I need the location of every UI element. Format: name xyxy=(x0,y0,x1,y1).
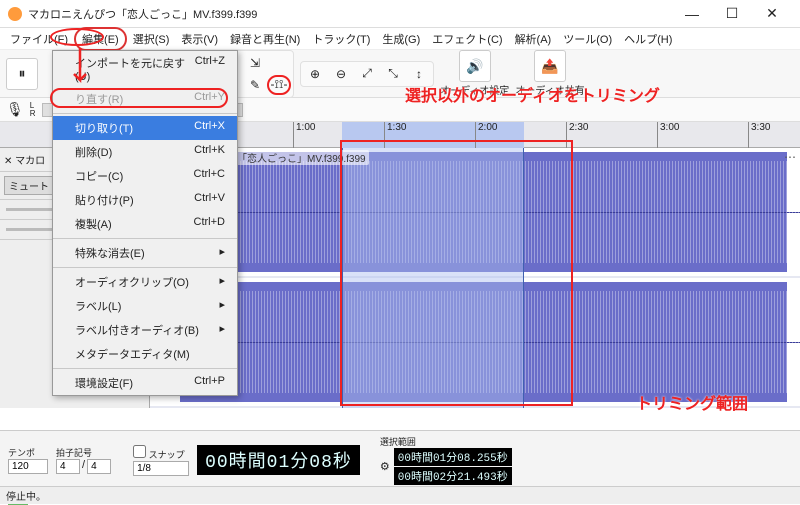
mute-button[interactable]: ミュート xyxy=(4,176,54,195)
zoom-in-icon[interactable]: ⊕ xyxy=(303,64,327,84)
timesig-top[interactable] xyxy=(56,459,80,474)
menu-item[interactable]: 貼り付け(P)Ctrl+V xyxy=(53,188,237,212)
timesig-bot[interactable] xyxy=(87,459,111,474)
fit-project-icon[interactable]: ⤡ xyxy=(381,64,405,84)
menu-item[interactable]: 削除(D)Ctrl+K xyxy=(53,140,237,164)
annotation-arrow xyxy=(68,46,98,92)
ruler-tick: 3:30 xyxy=(748,122,770,148)
ruler-tick: 1:30 xyxy=(384,122,406,148)
menu-item[interactable]: 環境設定(F)Ctrl+P xyxy=(53,371,237,395)
ruler-tick: 1:00 xyxy=(293,122,315,148)
menu-item[interactable]: 切り取り(T)Ctrl+X xyxy=(53,116,237,140)
draw-tool[interactable]: ✎ xyxy=(243,75,267,95)
status-bar: 停止中。 xyxy=(0,486,800,504)
menu-effect[interactable]: エフェクト(C) xyxy=(426,29,508,49)
titlebar: マカロニえんぴつ「恋人ごっこ」MV.f399.f399 — ☐ ✕ xyxy=(0,0,800,28)
annotation-trim-other: 選択以外のオーディオをトリミング xyxy=(405,82,660,106)
snap-label: スナップ xyxy=(149,450,185,460)
menu-analyze[interactable]: 解析(A) xyxy=(509,29,558,49)
time-display: 00時間01分08秒 xyxy=(197,445,360,475)
menubar: ファイル(F) 編集(E) 選択(S) 表示(V) 録音と再生(N) トラック(… xyxy=(0,28,800,50)
tempo-label: テンポ xyxy=(8,446,48,459)
menu-item[interactable]: コピー(C)Ctrl+C xyxy=(53,164,237,188)
pause-button[interactable]: ⏸ xyxy=(6,58,38,90)
trim-tool[interactable]: -⟟⟟- xyxy=(267,75,291,95)
menu-tracks[interactable]: トラック(T) xyxy=(306,29,376,49)
audio-share-button[interactable]: 📤 xyxy=(534,50,566,82)
annotation-trim-range: トリミング範囲 xyxy=(636,390,748,414)
zoom-out-icon[interactable]: ⊖ xyxy=(329,64,353,84)
app-icon xyxy=(8,7,22,21)
menu-item[interactable]: 特殊な消去(E)▸ xyxy=(53,241,237,265)
window-title: マカロニえんぴつ「恋人ごっこ」MV.f399.f399 xyxy=(28,6,257,22)
menu-item[interactable]: 複製(A)Ctrl+D xyxy=(53,212,237,236)
minimize-button[interactable]: — xyxy=(672,0,712,28)
edit-menu-dropdown: インポートを元に戻す(U)Ctrl+Zり直す(R)Ctrl+Y切り取り(T)Ct… xyxy=(52,50,238,396)
fit-selection-icon[interactable]: ⤢ xyxy=(355,64,379,84)
envelope-tool[interactable]: ⇲ xyxy=(243,53,267,73)
gear-icon[interactable]: ⚙ xyxy=(380,460,390,473)
snap-checkbox[interactable] xyxy=(133,445,146,458)
ruler-tick: 2:00 xyxy=(475,122,497,148)
menu-generate[interactable]: 生成(G) xyxy=(376,29,426,49)
menu-item[interactable]: ラベル付きオーディオ(B)▸ xyxy=(53,318,237,342)
menu-view[interactable]: 表示(V) xyxy=(175,29,224,49)
audio-setup-button[interactable]: 🔊 xyxy=(459,50,491,82)
menu-item[interactable]: ラベル(L)▸ xyxy=(53,294,237,318)
waveform-area[interactable]: 1.0 0.0 -1.0 1.0 0.0 -1.0 マカロニえんぴつ「恋人ごっこ… xyxy=(150,148,800,408)
waveform-channel-right xyxy=(150,278,800,406)
waveform-channel-left: マカロニえんぴつ「恋人ごっこ」MV.f399.f399 ⋯ xyxy=(150,148,800,276)
timesig-label: 拍子記号 xyxy=(56,446,111,459)
ruler-tick: 2:30 xyxy=(566,122,588,148)
selection-end[interactable]: 00時間02分21.493秒 xyxy=(394,467,512,485)
menu-file[interactable]: ファイル(F) xyxy=(4,29,74,49)
menu-tools[interactable]: ツール(O) xyxy=(557,29,618,49)
menu-select[interactable]: 選択(S) xyxy=(127,29,176,49)
tempo-input[interactable] xyxy=(8,459,48,474)
menu-help[interactable]: ヘルプ(H) xyxy=(618,29,678,49)
selrange-label: 選択範囲 xyxy=(380,435,512,448)
rec-meter-r: R xyxy=(30,110,36,118)
menu-item[interactable]: オーディオクリップ(O)▸ xyxy=(53,270,237,294)
selection-start[interactable]: 00時間01分08.255秒 xyxy=(394,448,512,466)
status-text: 停止中。 xyxy=(6,492,46,503)
snap-value[interactable] xyxy=(133,461,189,476)
zoom-toggle-icon[interactable]: ↕ xyxy=(407,64,431,84)
maximize-button[interactable]: ☐ xyxy=(712,0,752,28)
ruler-tick: 3:00 xyxy=(657,122,679,148)
menu-transport[interactable]: 録音と再生(N) xyxy=(224,29,306,49)
close-button[interactable]: ✕ xyxy=(752,0,792,28)
clip-options-icon[interactable]: ⋯ xyxy=(784,150,796,164)
menu-item[interactable]: メタデータエディタ(M) xyxy=(53,342,237,366)
